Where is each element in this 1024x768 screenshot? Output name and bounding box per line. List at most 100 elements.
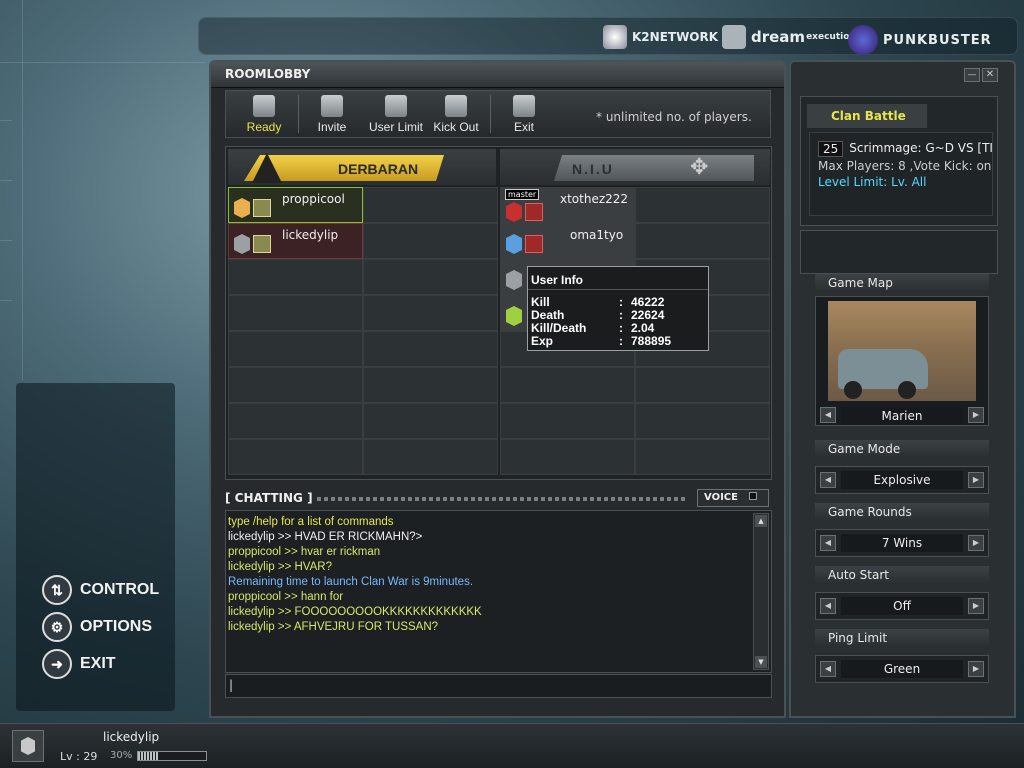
ping-limit-value: Green [841, 660, 963, 678]
team-a-name: DERBARAN [338, 161, 419, 177]
slot[interactable] [228, 331, 363, 367]
chat-line: lickedylip >> HVAD ER RICKMAHN?> [228, 531, 423, 543]
slot[interactable] [635, 403, 770, 439]
rank-icon [506, 202, 522, 222]
kick-out-button[interactable]: Kick Out [426, 95, 486, 137]
autostart-next-icon[interactable]: ▶ [968, 598, 984, 614]
chat-input[interactable]: | [225, 674, 772, 698]
slot[interactable] [500, 403, 635, 439]
user-limit-label: User Limit [368, 120, 423, 134]
rounds-next-icon[interactable]: ▶ [968, 535, 984, 551]
ready-label: Ready [246, 120, 282, 134]
rank-icon [506, 234, 522, 254]
exit-menu-button[interactable]: ➜ EXIT [42, 649, 116, 679]
kick-out-label: Kick Out [433, 120, 479, 134]
slot[interactable] [363, 367, 498, 403]
player-name: lickedylip [282, 228, 339, 242]
slot[interactable] [635, 439, 770, 475]
chat-line: lickedylip >> AFHVEJRU FOR TUSSAN? [228, 621, 439, 633]
auto-start-value: Off [841, 597, 963, 615]
chat-scrollbar[interactable]: ▲ ▼ [753, 513, 769, 670]
scroll-up-icon[interactable]: ▲ [755, 515, 767, 527]
game-rounds-value: 7 Wins [841, 534, 963, 552]
control-button[interactable]: ⇅ CONTROL [42, 575, 159, 605]
slot[interactable] [363, 295, 498, 331]
exp-progress-fill [138, 752, 159, 760]
slot[interactable]: proppicool [228, 187, 363, 223]
slot[interactable]: lickedylip [228, 223, 363, 259]
slot[interactable] [363, 223, 498, 259]
chat-title: CHATTING [234, 491, 303, 505]
slot[interactable]: master xtothez222 [500, 187, 635, 223]
options-button[interactable]: ⚙ OPTIONS [42, 612, 152, 642]
slot[interactable] [363, 331, 498, 367]
invite-button[interactable]: Invite [302, 95, 362, 137]
cross-icon [445, 95, 467, 117]
k2network-logo: K2NETWORK [603, 25, 718, 49]
clan-badge-icon [525, 203, 543, 221]
slot[interactable] [363, 439, 498, 475]
team-b-eagle-icon: ✥ [690, 155, 709, 180]
player-name: lickedylip [103, 730, 160, 744]
game-mode-value: Explosive [841, 471, 963, 489]
player-rank-icon [12, 730, 44, 762]
exp-progress-bar [137, 751, 207, 761]
autostart-prev-icon[interactable]: ◀ [820, 598, 836, 614]
game-map-preview: ◀ Marien ▶ [815, 296, 989, 426]
clan-badge-icon [253, 235, 271, 253]
level-limit: Level Limit: Lv. All [818, 175, 927, 189]
control-icon: ⇅ [42, 575, 72, 605]
rounds-prev-icon[interactable]: ◀ [820, 535, 836, 551]
slot[interactable] [228, 367, 363, 403]
exp-percent: 30% [110, 750, 133, 761]
slot[interactable] [363, 187, 498, 223]
exit-room-button[interactable]: Exit [494, 95, 554, 137]
slot[interactable] [500, 439, 635, 475]
dream-execution-logo: dream execution [722, 25, 856, 49]
ping-limit-label: Ping Limit [815, 629, 989, 647]
player-level: Lv : 29 [60, 750, 98, 763]
minimize-button[interactable]: — [964, 68, 980, 82]
room-info: 25 Scrimmage: G~D VS [TI Max Players: 8 … [809, 132, 993, 216]
chat-line: lickedylip >> HVAR? [228, 561, 332, 573]
slot[interactable] [228, 295, 363, 331]
ready-button[interactable]: Ready [234, 95, 294, 137]
control-label: CONTROL [80, 581, 160, 598]
slot[interactable]: oma1tyo [500, 223, 635, 259]
room-settings-panel: — ✕ Clan Battle 25 Scrimmage: G~D VS [TI… [789, 60, 1016, 718]
exit-label: EXIT [80, 655, 116, 672]
player-name: proppicool [282, 192, 345, 206]
megaphone-icon [513, 95, 535, 117]
close-button[interactable]: ✕ [982, 68, 998, 82]
slot[interactable] [363, 403, 498, 439]
chat-line: proppicool >> hvar er rickman [228, 546, 381, 558]
punkbuster-logo: PUNKBUSTER [848, 25, 992, 55]
map-prev-icon[interactable]: ◀ [820, 407, 836, 423]
slot[interactable] [635, 223, 770, 259]
map-next-icon[interactable]: ▶ [968, 407, 984, 423]
player-limit-note: * unlimited no. of players. [596, 110, 752, 124]
slot[interactable] [228, 259, 363, 295]
team-a-slots: proppicool lickedylip [228, 187, 498, 475]
ping-prev-icon[interactable]: ◀ [820, 661, 836, 677]
envelope-icon [321, 95, 343, 117]
user-info-tooltip: User Info Kill:46222 Death:22624 Kill/De… [527, 266, 709, 351]
voice-toggle[interactable]: VOICE [697, 489, 769, 507]
clan-battle-label: Clan Battle [831, 109, 906, 123]
mode-next-icon[interactable]: ▶ [968, 472, 984, 488]
exit-room-label: Exit [513, 120, 534, 134]
slot[interactable] [500, 367, 635, 403]
scroll-down-icon[interactable]: ▼ [755, 656, 767, 668]
mode-prev-icon[interactable]: ◀ [820, 472, 836, 488]
slot[interactable] [228, 439, 363, 475]
chat-line: lickedylip >> FOOOOOOOOOKKKKKKKKKKKKK [228, 606, 482, 618]
slot[interactable] [363, 259, 498, 295]
user-limit-button[interactable]: User Limit [366, 95, 426, 137]
clan-battle-tab[interactable]: Clan Battle [807, 104, 927, 128]
room-name: Scrimmage: G~D VS [TI [849, 141, 993, 155]
slot[interactable] [635, 367, 770, 403]
ping-next-icon[interactable]: ▶ [968, 661, 984, 677]
slot[interactable] [228, 403, 363, 439]
game-mode-label: Game Mode [815, 440, 989, 458]
slot[interactable] [635, 187, 770, 223]
